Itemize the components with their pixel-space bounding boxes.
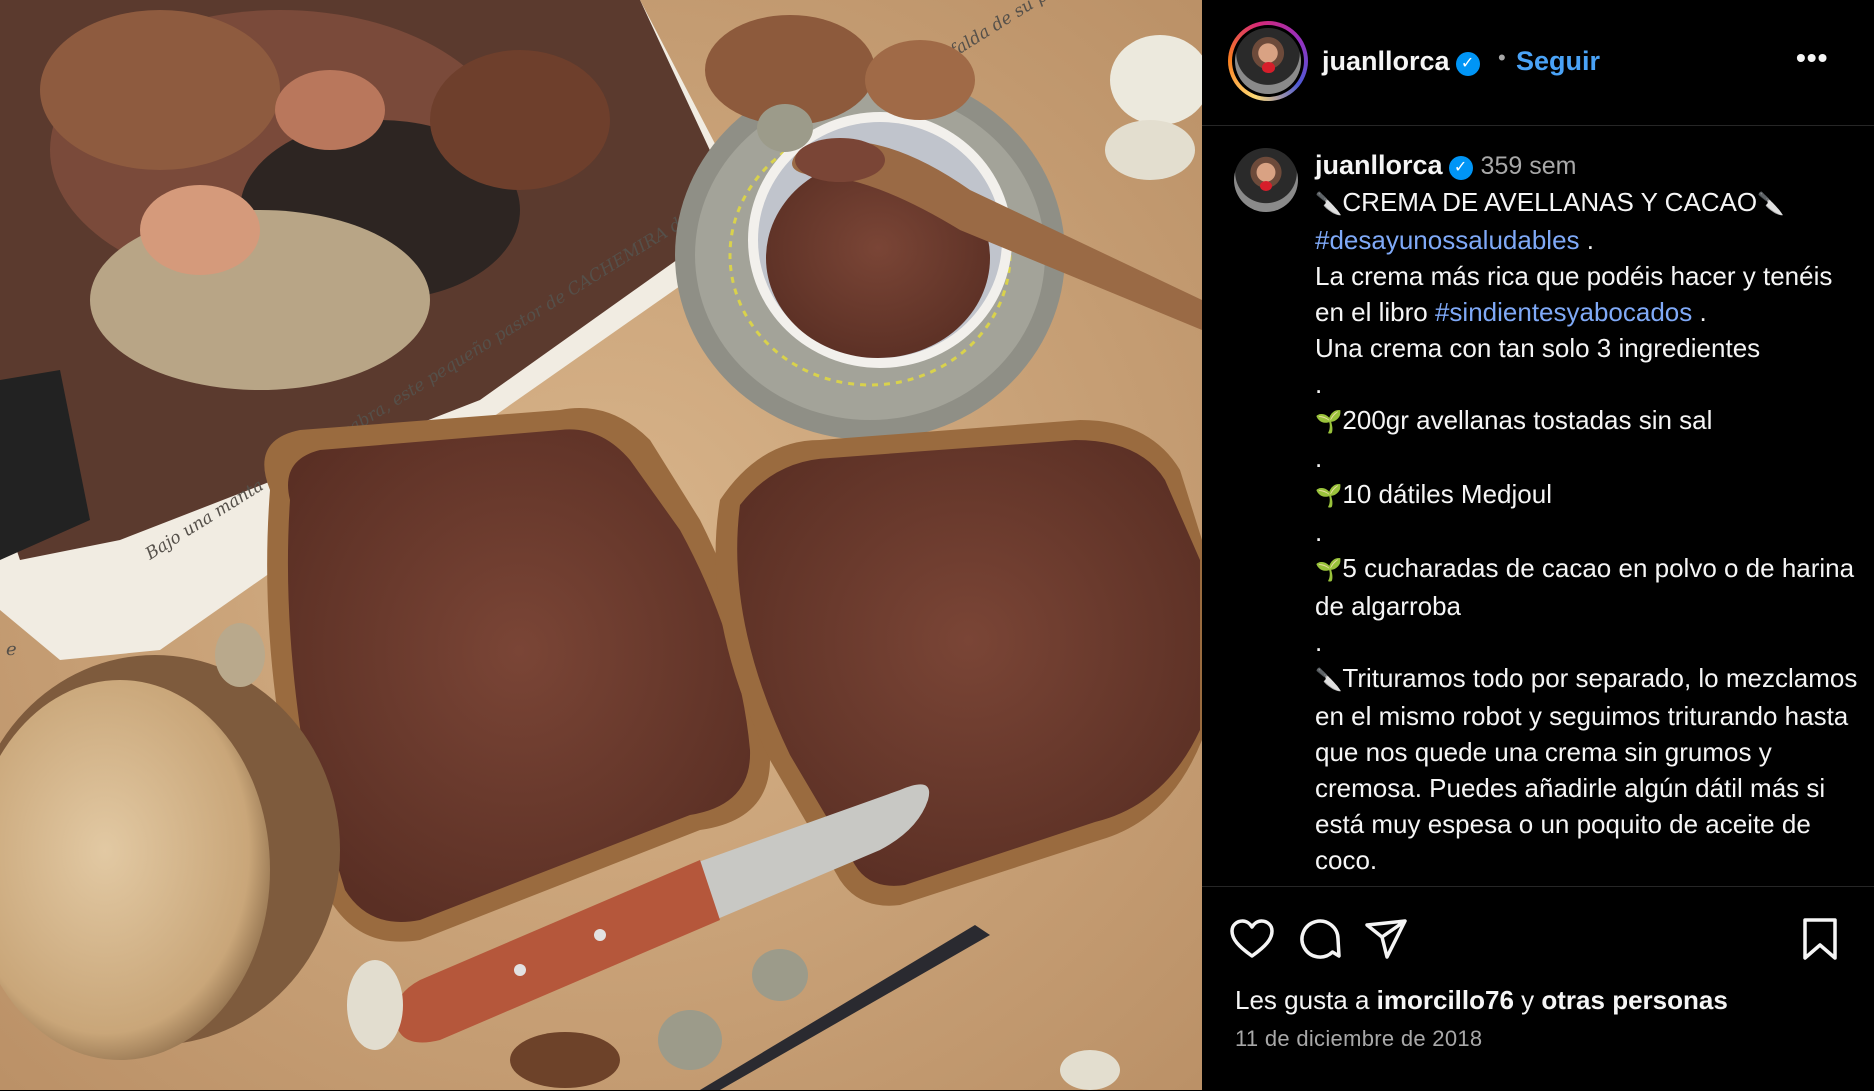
ingredient-1: 200gr avellanas tostadas sin sal: [1342, 405, 1713, 435]
bookmark-icon[interactable]: [1796, 915, 1844, 963]
post-actions: Les gusta a imorcillo76 y otras personas…: [1202, 886, 1874, 1091]
hashtag-link[interactable]: #desayunossaludables: [1315, 225, 1580, 255]
caption-header: juanllorca ✓ 359 sem: [1315, 150, 1576, 181]
verified-badge-icon: ✓: [1455, 52, 1480, 76]
knife-emoji-icon: 🔪: [1315, 191, 1343, 216]
food-photo-illustration: Bajo una manta de piel de cabra, este pe…: [0, 0, 1202, 1090]
post-header: juanllorca ✓ • Seguir •••: [1202, 0, 1874, 126]
post-time-ago[interactable]: 359 sem: [1481, 152, 1577, 180]
post-photo[interactable]: Bajo una manta de piel de cabra, este pe…: [0, 0, 1202, 1090]
follow-button[interactable]: Seguir: [1516, 46, 1600, 77]
knife-emoji-icon: 🔪: [1315, 667, 1343, 692]
more-options-icon[interactable]: •••: [1796, 44, 1828, 72]
header-username-link[interactable]: juanllorca ✓: [1322, 46, 1480, 77]
likes-middle: y: [1513, 985, 1542, 1015]
share-icon[interactable]: [1362, 915, 1410, 963]
sprout-emoji-icon: 🌱: [1315, 557, 1343, 582]
caption-scroll-area[interactable]: juanllorca ✓ 359 sem 🔪CREMA DE AVELLANAS Y…: [1202, 126, 1874, 886]
verified-badge-icon: ✓: [1448, 156, 1473, 180]
likes-summary: Les gusta a imorcillo76 y otras personas: [1235, 985, 1728, 1016]
knife-emoji-icon: 🔪: [1757, 191, 1785, 216]
liker-username[interactable]: imorcillo76: [1377, 985, 1514, 1015]
caption-username[interactable]: juanllorca: [1315, 150, 1443, 180]
caption-intro-2: Una crema con tan solo 3 ingredientes: [1315, 333, 1761, 363]
header-separator: •: [1498, 45, 1506, 70]
caption-text: .: [1692, 297, 1707, 327]
book-page-letter: e: [6, 639, 17, 660]
sprout-emoji-icon: 🌱: [1315, 483, 1343, 508]
caption-avatar[interactable]: [1234, 148, 1298, 212]
hashtag-link[interactable]: #sindientesyabocados: [1435, 297, 1692, 327]
profile-avatar[interactable]: [1228, 21, 1308, 101]
likes-others-link[interactable]: otras personas: [1541, 985, 1727, 1015]
caption-text: .: [1579, 225, 1594, 255]
caption-separator: .: [1315, 517, 1323, 547]
post-caption: 🔪CREMA DE AVELLANAS Y CACAO🔪 #desayunoss…: [1315, 184, 1863, 878]
sprout-emoji-icon: 🌱: [1315, 409, 1343, 434]
caption-title: CREMA DE AVELLANAS Y CACAO: [1342, 187, 1758, 217]
ingredient-3: 5 cucharadas de cacao en polvo o de hari…: [1315, 553, 1855, 621]
heart-icon[interactable]: [1228, 915, 1276, 963]
post-date[interactable]: 11 de diciembre de 2018: [1235, 1026, 1482, 1052]
likes-prefix: Les gusta a: [1235, 985, 1377, 1015]
caption-separator: .: [1315, 627, 1323, 657]
caption-separator: .: [1315, 443, 1323, 473]
header-username[interactable]: juanllorca: [1322, 46, 1450, 76]
caption-method: Trituramos todo por separado, lo mezclam…: [1315, 663, 1858, 875]
ingredient-2: 10 dátiles Medjoul: [1342, 479, 1552, 509]
post-sidebar: juanllorca ✓ • Seguir ••• juanllorca ✓ 359 …: [1202, 0, 1874, 1090]
caption-separator: .: [1315, 369, 1323, 399]
comment-icon[interactable]: [1296, 915, 1344, 963]
